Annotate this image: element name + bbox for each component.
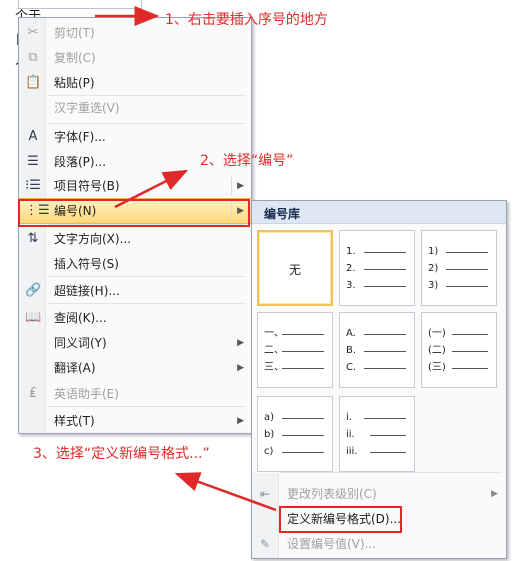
annotation-step2: 2、选择“编号” [200, 153, 294, 169]
arrow-step3 [174, 472, 277, 512]
annotation-arrows [95, 6, 277, 512]
arrow-step2 [114, 169, 189, 209]
annotation-step3: 3、选择“定义新编号格式...” [33, 446, 210, 462]
annotation-step1: 1、右击要插入序号的地方 [165, 12, 328, 28]
